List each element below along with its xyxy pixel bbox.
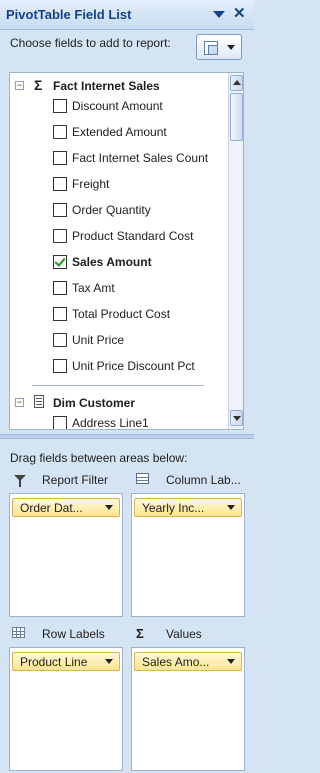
table-divider [32,385,204,386]
table-icon [34,395,44,408]
field-label: Freight [72,177,110,191]
field-checkbox[interactable] [53,99,67,113]
field-label: Extended Amount [72,125,167,139]
close-icon[interactable]: ✕ [233,5,246,23]
field-row[interactable]: Product Standard Cost [53,225,228,251]
table-header-dim-customer[interactable]: − Dim Customer [10,392,228,414]
field-checkbox[interactable] [53,307,67,321]
chevron-down-icon [227,45,235,50]
sigma-icon: Σ [136,626,144,641]
field-row[interactable]: Address Line1 [53,412,228,430]
field-label: Unit Price [72,333,125,347]
row-grid-icon [12,627,25,638]
title-bar: PivotTable Field List ✕ [0,0,254,30]
field-checkbox[interactable] [53,333,67,347]
vertical-scrollbar[interactable] [228,73,243,429]
field-label: Tax Amt [72,281,115,295]
field-checkbox-checked[interactable] [53,255,67,269]
area-label: Row Labels [42,627,105,641]
field-label: Discount Amount [72,99,163,113]
table-name: Fact Internet Sales [53,79,160,93]
column-labels-area[interactable]: Yearly Inc... [131,493,245,617]
field-list: − Σ Fact Internet Sales Discount Amount … [9,72,244,430]
field-row[interactable]: Unit Price Discount Pct [53,355,228,381]
filter-icon [14,475,26,487]
field-checkbox[interactable] [53,359,67,373]
field-label: Fact Internet Sales Count [72,151,209,165]
scroll-up-icon[interactable] [230,75,243,91]
field-row[interactable]: Total Product Cost [53,303,228,329]
field-checkbox[interactable] [53,151,67,165]
field-row[interactable]: Discount Amount [53,95,228,121]
field-row[interactable]: Sales Amount [53,251,228,277]
field-row[interactable]: Fact Internet Sales Count [53,147,228,173]
field-checkbox[interactable] [53,177,67,191]
field-checkbox[interactable] [53,229,67,243]
field-list-layout-button[interactable] [196,34,242,60]
choose-fields-label: Choose fields to add to report: [10,36,171,50]
field-chip[interactable]: Sales Amo... [134,652,242,671]
field-row[interactable]: Tax Amt [53,277,228,303]
chevron-down-icon[interactable] [227,659,235,664]
sigma-icon: Σ [34,77,43,93]
field-checkbox[interactable] [53,125,67,139]
field-label: Product Standard Cost [72,229,194,243]
chip-label: Product Line [20,655,88,669]
field-label: Unit Price Discount Pct [72,359,195,373]
chevron-down-icon[interactable] [227,505,235,510]
field-label: Total Product Cost [72,307,171,321]
field-checkbox[interactable] [53,203,67,217]
scroll-thumb[interactable] [230,93,243,141]
field-checkbox[interactable] [53,416,67,429]
field-row[interactable]: Extended Amount [53,121,228,147]
panel-title: PivotTable Field List [6,7,132,22]
scroll-down-icon[interactable] [230,410,243,426]
dropdown-menu-icon[interactable] [213,11,225,18]
area-label: Report Filter [42,473,109,487]
field-checkbox[interactable] [53,281,67,295]
collapse-icon[interactable]: − [15,398,24,407]
layout-icon [204,41,218,55]
values-area[interactable]: Sales Amo... [131,647,245,771]
chip-label: Sales Amo... [142,655,210,669]
drag-fields-label: Drag fields between areas below: [10,451,188,465]
area-label: Column Lab... [166,473,241,487]
field-row[interactable]: Order Quantity [53,199,228,225]
row-labels-area[interactable]: Product Line [9,647,123,771]
collapse-icon[interactable]: − [15,81,24,90]
chevron-down-icon[interactable] [105,659,113,664]
chip-label: Yearly Inc... [142,501,205,515]
pane-splitter[interactable] [0,434,254,439]
field-chip[interactable]: Yearly Inc... [134,498,242,517]
table-name: Dim Customer [53,396,136,410]
chevron-down-icon[interactable] [105,505,113,510]
field-label: Address Line1 [72,416,149,430]
field-label: Sales Amount [72,255,152,269]
field-row[interactable]: Freight [53,173,228,199]
area-label: Values [166,627,202,641]
field-label: Order Quantity [72,203,151,217]
chip-label: Order Dat... [20,501,83,515]
column-grid-icon [136,473,149,484]
field-row[interactable]: Unit Price [53,329,228,355]
field-chip[interactable]: Product Line [12,652,120,671]
table-header-fact-internet-sales[interactable]: − Σ Fact Internet Sales [10,75,228,97]
report-filter-area[interactable]: Order Dat... [9,493,123,617]
field-chip[interactable]: Order Dat... [12,498,120,517]
